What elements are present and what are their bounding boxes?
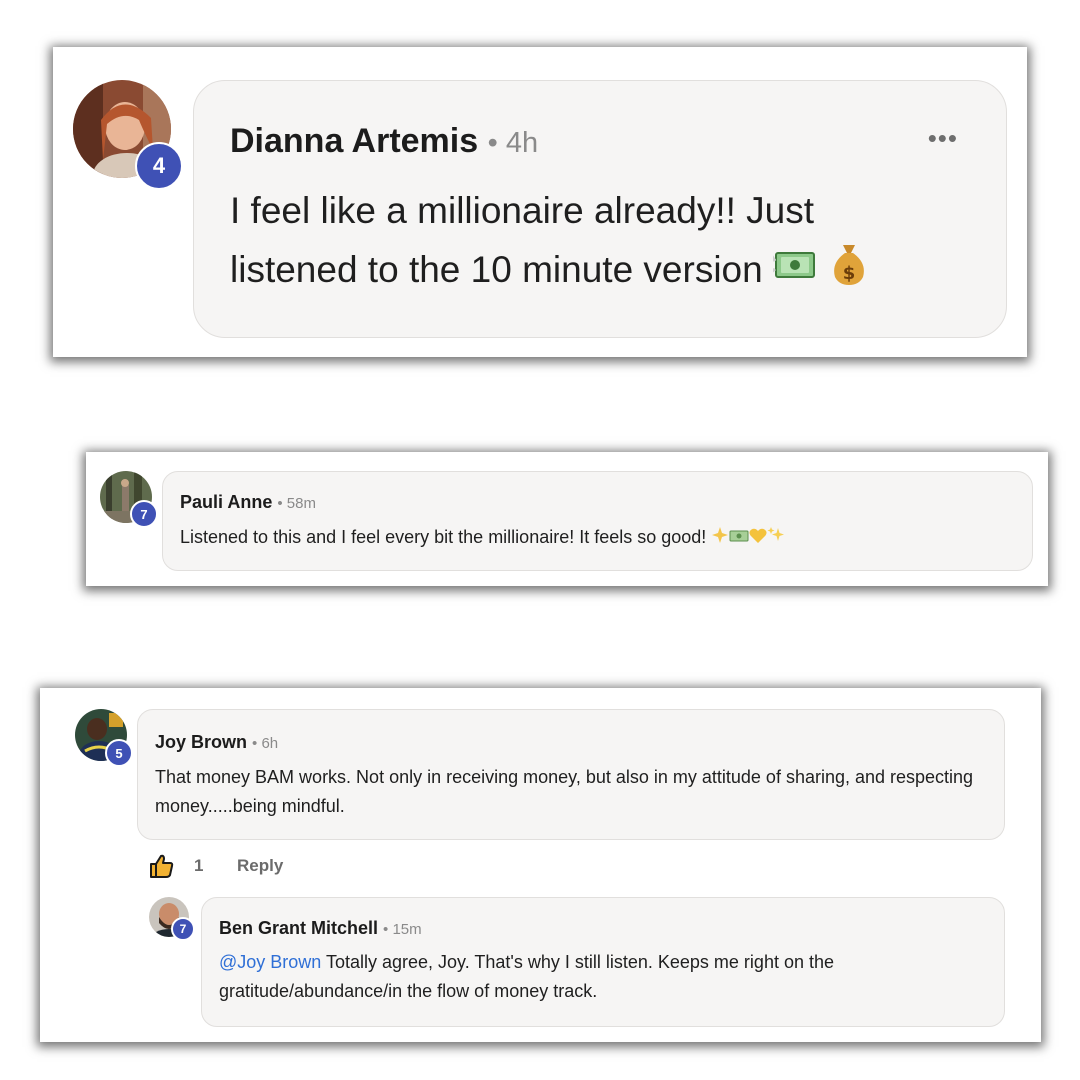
money-icon — [729, 525, 749, 551]
timestamp[interactable]: • 58m — [277, 495, 316, 512]
comment-bubble: Joy Brown • 6h That money BAM works. Not… — [137, 709, 1005, 840]
reply-bubble: Ben Grant Mitchell • 15m @Joy Brown Tota… — [201, 897, 1005, 1027]
yellow-heart-icon — [749, 525, 767, 551]
timestamp[interactable]: • 4h — [488, 127, 538, 159]
like-count: 1 — [194, 856, 204, 875]
level-badge: 4 — [135, 142, 183, 190]
author-name[interactable]: Dianna Artemis — [230, 122, 478, 160]
sparkle-icon — [711, 525, 729, 551]
more-options-button[interactable]: ••• — [928, 123, 958, 154]
comment-text: That money BAM works. Not only in receiv… — [155, 767, 974, 816]
author-name[interactable]: Ben Grant Mitchell — [219, 918, 378, 938]
comment-bubble: Dianna Artemis • 4h ••• I feel like a mi… — [193, 80, 1007, 338]
sparkles-icon — [767, 525, 785, 551]
level-badge: 7 — [171, 917, 195, 941]
author-name[interactable]: Joy Brown — [155, 732, 247, 752]
timestamp[interactable]: • 15m — [383, 921, 422, 938]
comment-text: I feel like a millionaire already!! Just… — [230, 181, 930, 304]
level-badge: 7 — [130, 500, 158, 528]
reply-text: @Joy Brown Totally agree, Joy. That's wh… — [219, 952, 834, 1001]
money-with-wings-icon — [769, 243, 819, 302]
comment-bubble: Pauli Anne • 58m Listened to this and I … — [162, 471, 1033, 571]
comment-card-dianna: 4 Dianna Artemis • 4h ••• I feel like a … — [53, 47, 1027, 357]
level-badge: 5 — [105, 739, 133, 767]
comment-card-pauli: 7 Pauli Anne • 58m Listened to this and … — [86, 452, 1048, 586]
mention-link[interactable]: @Joy Brown — [219, 952, 321, 972]
thumbs-up-icon — [150, 854, 174, 878]
timestamp[interactable]: • 6h — [252, 735, 278, 752]
reply-button[interactable]: Reply — [237, 856, 283, 876]
comment-card-joy: 5 Joy Brown • 6h That money BAM works. N… — [40, 688, 1041, 1042]
comment-text: Listened to this and I feel every bit th… — [180, 524, 785, 551]
like-button[interactable] — [149, 853, 175, 879]
author-name[interactable]: Pauli Anne — [180, 492, 272, 512]
money-bag-icon: $ — [829, 241, 869, 304]
svg-text:$: $ — [843, 263, 856, 284]
